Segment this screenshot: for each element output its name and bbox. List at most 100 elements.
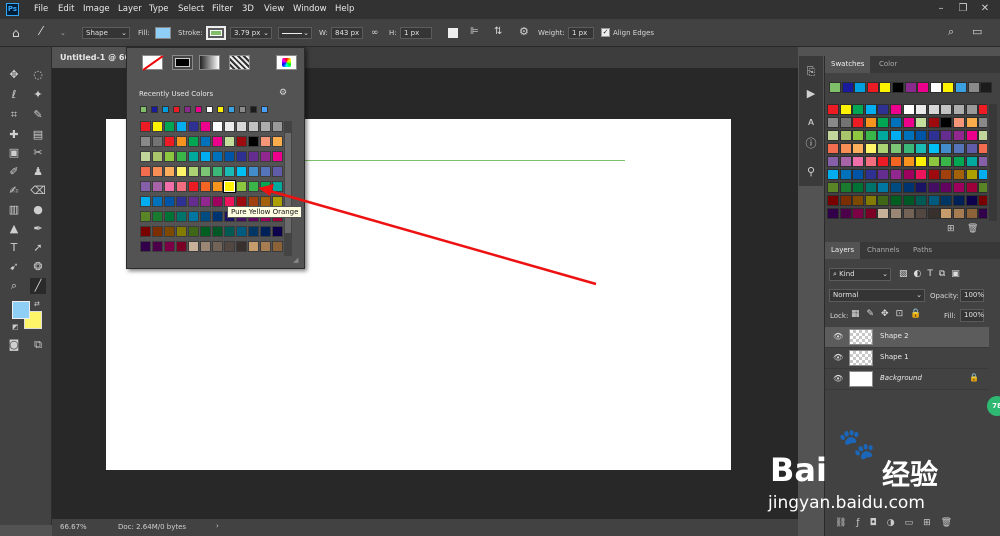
history-icon[interactable]: ⎘ bbox=[803, 64, 819, 80]
panel-swatch[interactable] bbox=[940, 182, 953, 193]
panel-swatch[interactable] bbox=[915, 182, 928, 193]
panel-swatch[interactable] bbox=[877, 182, 890, 193]
panel-swatch[interactable] bbox=[915, 169, 928, 180]
panel-swatch[interactable] bbox=[927, 104, 940, 115]
panel-swatch[interactable] bbox=[978, 195, 987, 206]
info-icon[interactable]: ⓘ bbox=[803, 136, 819, 152]
panel-swatch[interactable] bbox=[827, 130, 839, 141]
panel-swatch[interactable] bbox=[927, 169, 940, 180]
panel-swatch[interactable] bbox=[965, 130, 978, 141]
panel-swatch[interactable] bbox=[852, 208, 865, 219]
panel-swatch[interactable] bbox=[965, 208, 978, 219]
panel-swatch[interactable] bbox=[864, 104, 877, 115]
panel-swatch[interactable] bbox=[915, 195, 928, 206]
panel-swatch[interactable] bbox=[953, 195, 965, 206]
tab-swatches[interactable]: Swatches bbox=[825, 56, 871, 73]
layer-kind-filter[interactable]: ⌕ Kind ⌄ bbox=[829, 268, 891, 281]
panel-swatch[interactable] bbox=[827, 169, 839, 180]
panel-swatch[interactable] bbox=[953, 130, 965, 141]
blend-mode-select[interactable]: Normal ⌄ bbox=[829, 289, 925, 302]
panel-swatch[interactable] bbox=[890, 117, 902, 128]
panel-swatch[interactable] bbox=[953, 117, 965, 128]
layer-filter-icons[interactable]: ▧◐T⧉▣ bbox=[899, 269, 966, 279]
panel-swatch[interactable] bbox=[953, 143, 965, 154]
recent-swatch[interactable] bbox=[917, 82, 930, 93]
panel-swatch[interactable] bbox=[915, 143, 928, 154]
panel-swatch[interactable] bbox=[940, 104, 953, 115]
panel-swatch[interactable] bbox=[890, 208, 902, 219]
opacity-field[interactable]: 100% bbox=[960, 289, 984, 302]
panel-swatch[interactable] bbox=[940, 117, 953, 128]
panel-swatch[interactable] bbox=[927, 156, 940, 167]
panel-swatch[interactable] bbox=[978, 169, 987, 180]
panel-swatch[interactable] bbox=[827, 182, 839, 193]
panel-swatch[interactable] bbox=[839, 143, 852, 154]
panel-swatch[interactable] bbox=[902, 208, 915, 219]
panel-swatch[interactable] bbox=[953, 182, 965, 193]
panel-swatch[interactable] bbox=[890, 104, 902, 115]
panel-swatch[interactable] bbox=[915, 208, 928, 219]
recent-swatch[interactable] bbox=[942, 82, 955, 93]
panel-swatch[interactable] bbox=[902, 182, 915, 193]
panel-swatch[interactable] bbox=[965, 143, 978, 154]
panel-swatch[interactable] bbox=[839, 104, 852, 115]
panel-swatch[interactable] bbox=[890, 169, 902, 180]
panel-swatch[interactable] bbox=[902, 104, 915, 115]
panel-swatch[interactable] bbox=[978, 208, 987, 219]
panel-swatch[interactable] bbox=[877, 169, 890, 180]
tab-color[interactable]: Color bbox=[873, 56, 903, 73]
eye-icon[interactable]: 👁 bbox=[833, 353, 843, 362]
panel-swatch[interactable] bbox=[852, 104, 865, 115]
panel-swatch[interactable] bbox=[877, 143, 890, 154]
recent-swatch[interactable] bbox=[980, 82, 993, 93]
recent-swatch[interactable] bbox=[892, 82, 904, 93]
panel-swatch[interactable] bbox=[864, 130, 877, 141]
recent-swatch[interactable] bbox=[829, 82, 841, 93]
panel-swatch[interactable] bbox=[978, 143, 987, 154]
panel-swatch[interactable] bbox=[890, 143, 902, 154]
tab-paths[interactable]: Paths bbox=[907, 242, 938, 259]
panel-swatch[interactable] bbox=[890, 195, 902, 206]
panel-swatch[interactable] bbox=[839, 169, 852, 180]
panel-swatch[interactable] bbox=[902, 195, 915, 206]
panel-swatch[interactable] bbox=[940, 156, 953, 167]
recent-swatch[interactable] bbox=[879, 82, 892, 93]
panel-swatch[interactable] bbox=[852, 117, 865, 128]
panel-swatch[interactable] bbox=[839, 182, 852, 193]
panel-swatch[interactable] bbox=[827, 117, 839, 128]
panel-swatch[interactable] bbox=[915, 130, 928, 141]
panel-swatch[interactable] bbox=[927, 208, 940, 219]
panel-swatch[interactable] bbox=[827, 104, 839, 115]
panel-swatch[interactable] bbox=[978, 130, 987, 141]
recent-swatch[interactable] bbox=[955, 82, 967, 93]
eye-icon[interactable]: 👁 bbox=[833, 332, 843, 341]
panel-swatch[interactable] bbox=[965, 195, 978, 206]
panel-swatch[interactable] bbox=[927, 195, 940, 206]
panel-swatch[interactable] bbox=[940, 143, 953, 154]
tab-layers[interactable]: Layers bbox=[825, 242, 861, 259]
panel-swatch[interactable] bbox=[902, 156, 915, 167]
panel-swatch[interactable] bbox=[864, 169, 877, 180]
panel-swatch[interactable] bbox=[978, 104, 987, 115]
character-icon[interactable]: ᴀ bbox=[803, 114, 819, 130]
eye-icon[interactable]: 👁 bbox=[833, 374, 843, 383]
panel-swatch[interactable] bbox=[902, 130, 915, 141]
panel-swatch[interactable] bbox=[877, 208, 890, 219]
recent-swatch[interactable] bbox=[841, 82, 854, 93]
panel-swatch[interactable] bbox=[864, 143, 877, 154]
panel-swatch[interactable] bbox=[852, 182, 865, 193]
panel-swatch[interactable] bbox=[827, 143, 839, 154]
panel-swatch[interactable] bbox=[965, 156, 978, 167]
panel-swatch[interactable] bbox=[852, 169, 865, 180]
panel-swatch[interactable] bbox=[902, 117, 915, 128]
panel-swatch[interactable] bbox=[827, 156, 839, 167]
lock-icons[interactable]: ▦✎✥⊡🔒 bbox=[851, 309, 928, 319]
recent-swatch[interactable] bbox=[866, 82, 879, 93]
panel-swatch[interactable] bbox=[864, 156, 877, 167]
recent-swatch[interactable] bbox=[929, 82, 942, 93]
panel-swatch[interactable] bbox=[940, 195, 953, 206]
panel-swatch[interactable] bbox=[940, 169, 953, 180]
panel-swatch[interactable] bbox=[877, 130, 890, 141]
panel-swatch[interactable] bbox=[852, 143, 865, 154]
layer-row-background[interactable]: 👁 Background 🔒 bbox=[825, 369, 989, 390]
